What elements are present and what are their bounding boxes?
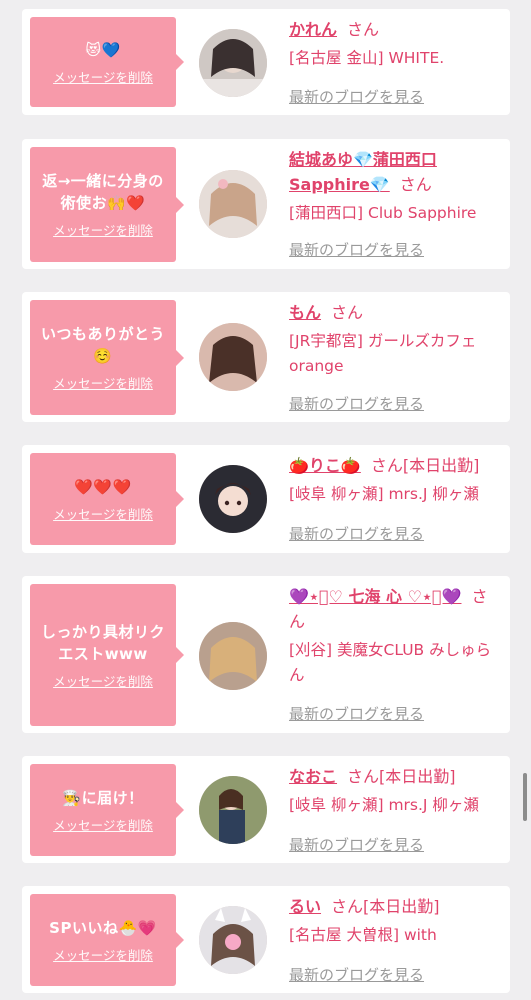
message-text: いつもありがとう☺️ bbox=[40, 325, 165, 365]
message-bubble: いつもありがとう☺️ メッセージを削除 bbox=[30, 300, 184, 415]
cast-info: 結城あゆ💎蒲田西口Sapphire💎 さん [蒲田西口] Club Sapphir… bbox=[289, 147, 503, 226]
avatar[interactable] bbox=[199, 906, 267, 974]
cast-info: かれん さん [名古屋 金山] WHITE. bbox=[289, 17, 503, 71]
message-bubble: 😻💙 メッセージを削除 bbox=[30, 17, 184, 107]
cast-info: なおこ さん[本日出勤] [岐阜 柳ヶ瀬] mrs.J 柳ヶ瀬 bbox=[289, 764, 503, 818]
honorific: さん[本日出勤] bbox=[331, 897, 440, 916]
cast-info: 🍅りこ🍅 さん[本日出勤] [岐阜 柳ヶ瀬] mrs.J 柳ヶ瀬 bbox=[289, 453, 503, 507]
message-card: 👨‍🍳に届け！ メッセージを削除 なおこ さん[本日出勤] [岐阜 柳ヶ瀬] mr… bbox=[22, 756, 510, 863]
delete-message-link[interactable]: メッセージを削除 bbox=[53, 671, 153, 690]
shop-name: [JR宇都宮] ガールズカフェ orange bbox=[289, 332, 477, 375]
delete-message-link[interactable]: メッセージを削除 bbox=[53, 220, 153, 239]
honorific: さん bbox=[399, 175, 432, 194]
shop-name: [名古屋 大曽根] with bbox=[289, 926, 437, 944]
avatar-illustration-icon bbox=[199, 465, 267, 533]
message-text: 👨‍🍳に届け！ bbox=[62, 788, 144, 807]
latest-blog-link[interactable]: 最新のブログを見る bbox=[289, 834, 424, 855]
delete-message-link[interactable]: メッセージを削除 bbox=[53, 67, 153, 86]
cast-name-link[interactable]: 🍅りこ🍅 bbox=[289, 456, 361, 475]
honorific: さん bbox=[347, 20, 380, 39]
message-text: 😻💙 bbox=[85, 40, 121, 59]
latest-blog-link[interactable]: 最新のブログを見る bbox=[289, 523, 424, 544]
message-card: いつもありがとう☺️ メッセージを削除 もん さん [JR宇都宮] ガールズカフェ… bbox=[22, 292, 510, 422]
avatar-photo-icon bbox=[199, 29, 267, 97]
cast-name-link[interactable]: なおこ bbox=[289, 767, 337, 786]
message-bubble: しっかり具材リクエストwww メッセージを削除 bbox=[30, 584, 184, 726]
cast-info: るい さん[本日出勤] [名古屋 大曽根] with bbox=[289, 894, 503, 948]
cast-info: もん さん [JR宇都宮] ガールズカフェ orange bbox=[289, 300, 503, 379]
shop-name: [岐阜 柳ヶ瀬] mrs.J 柳ヶ瀬 bbox=[289, 796, 479, 814]
latest-blog-link[interactable]: 最新のブログを見る bbox=[289, 964, 424, 985]
message-card: SPいいね🐣💗 メッセージを削除 るい さん[本日出勤] [名古屋 大曽根] wi… bbox=[22, 886, 510, 993]
cast-name-link[interactable]: 💜⋆͛♡ 七海 心 ♡⋆͛💜 bbox=[289, 587, 461, 606]
message-card: ❤️❤️❤️ メッセージを削除 🍅りこ🍅 さん[本日出勤] [岐阜 柳ヶ瀬] mr… bbox=[22, 445, 510, 553]
honorific: さん[本日出勤] bbox=[370, 456, 480, 475]
cast-name-link[interactable]: もん bbox=[289, 303, 321, 322]
avatar-photo-icon bbox=[199, 323, 267, 391]
message-text: 返→一緒に分身の術使お🙌❤️ bbox=[42, 172, 164, 212]
shop-name: [蒲田西口] Club Sapphire bbox=[289, 204, 477, 222]
delete-message-link[interactable]: メッセージを削除 bbox=[53, 945, 153, 964]
cast-name-link[interactable]: るい bbox=[289, 897, 321, 916]
honorific: さん[本日出勤] bbox=[347, 767, 456, 786]
message-bubble: ❤️❤️❤️ メッセージを削除 bbox=[30, 453, 184, 545]
avatar[interactable] bbox=[199, 29, 267, 97]
shop-name: [刈谷] 美魔女CLUB みしゅらん bbox=[289, 641, 492, 684]
latest-blog-link[interactable]: 最新のブログを見る bbox=[289, 239, 424, 260]
message-text: SPいいね🐣💗 bbox=[49, 918, 157, 937]
latest-blog-link[interactable]: 最新のブログを見る bbox=[289, 393, 424, 414]
avatar[interactable] bbox=[199, 323, 267, 391]
avatar[interactable] bbox=[199, 170, 267, 238]
delete-message-link[interactable]: メッセージを削除 bbox=[53, 373, 153, 392]
message-text: ❤️❤️❤️ bbox=[74, 477, 132, 496]
message-card: 😻💙 メッセージを削除 かれん さん [名古屋 金山] WHITE. 最新のブログ… bbox=[22, 9, 510, 115]
delete-message-link[interactable]: メッセージを削除 bbox=[53, 815, 153, 834]
avatar[interactable] bbox=[199, 776, 267, 844]
message-text: しっかり具材リクエストwww bbox=[40, 622, 165, 663]
message-card: 返→一緒に分身の術使お🙌❤️ メッセージを削除 結城あゆ💎蒲田西口Sapphir… bbox=[22, 139, 510, 269]
delete-message-link[interactable]: メッセージを削除 bbox=[53, 504, 153, 523]
shop-name: [名古屋 金山] WHITE. bbox=[289, 49, 445, 67]
avatar-photo-icon bbox=[199, 776, 267, 844]
cast-info: 💜⋆͛♡ 七海 心 ♡⋆͛💜 さん [刈谷] 美魔女CLUB みしゅらん bbox=[289, 584, 503, 688]
message-card: しっかり具材リクエストwww メッセージを削除 💜⋆͛♡ 七海 心 ♡⋆͛💜 さん… bbox=[22, 576, 510, 733]
message-bubble: 👨‍🍳に届け！ メッセージを削除 bbox=[30, 764, 184, 856]
honorific: さん bbox=[331, 303, 364, 322]
latest-blog-link[interactable]: 最新のブログを見る bbox=[289, 86, 424, 107]
message-bubble: SPいいね🐣💗 メッセージを削除 bbox=[30, 894, 184, 986]
avatar-photo-icon bbox=[199, 622, 267, 690]
shop-name: [岐阜 柳ヶ瀬] mrs.J 柳ヶ瀬 bbox=[289, 485, 479, 503]
cast-name-link[interactable]: かれん bbox=[289, 20, 337, 39]
latest-blog-link[interactable]: 最新のブログを見る bbox=[289, 703, 424, 724]
message-bubble: 返→一緒に分身の術使お🙌❤️ メッセージを削除 bbox=[30, 147, 184, 262]
avatar-photo-icon bbox=[199, 906, 267, 974]
scrollbar[interactable] bbox=[523, 773, 527, 821]
avatar[interactable] bbox=[199, 622, 267, 690]
avatar-photo-icon bbox=[199, 170, 267, 238]
avatar[interactable] bbox=[199, 465, 267, 533]
